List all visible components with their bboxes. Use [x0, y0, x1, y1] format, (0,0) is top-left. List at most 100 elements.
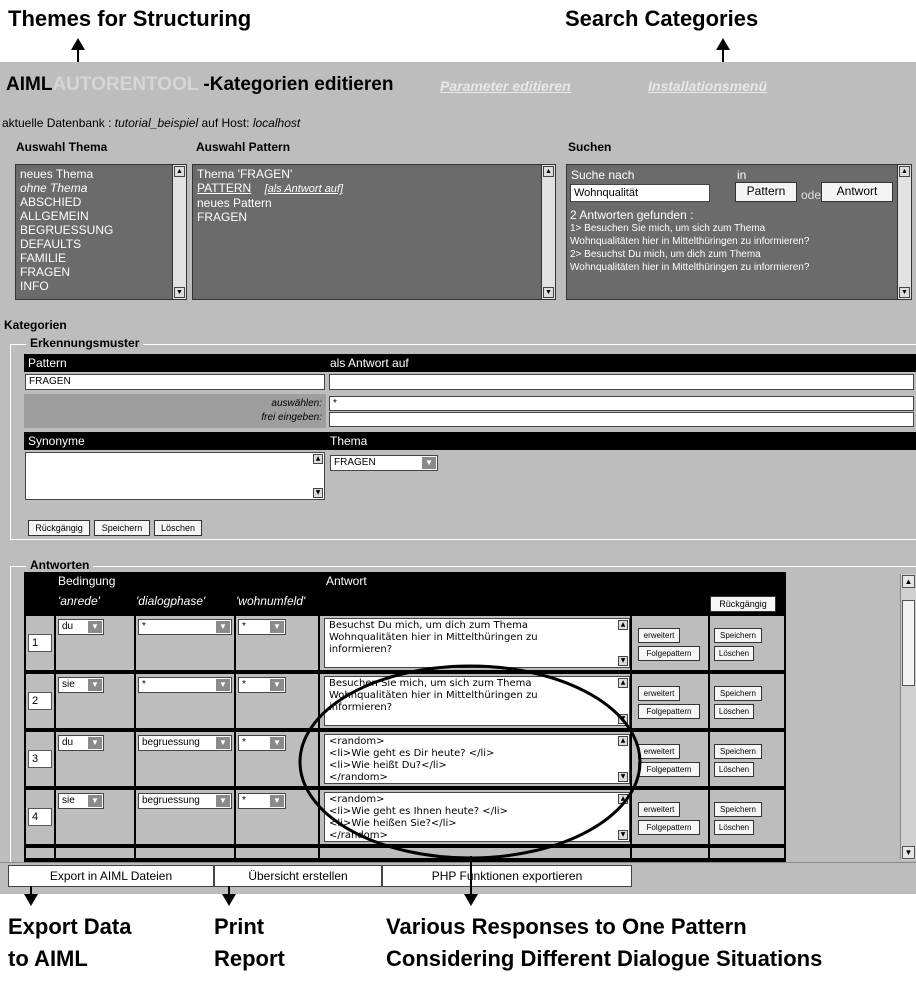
anrede-select[interactable]: sie ▼ [58, 677, 104, 693]
scroll-down-icon[interactable]: ▼ [902, 846, 915, 859]
page-scrollbar[interactable]: ▲ ▼ [900, 574, 916, 860]
answers-undo-button[interactable]: Rückgängig [710, 596, 776, 612]
follow-pattern-button[interactable]: Folgepattern [638, 646, 700, 661]
chevron-down-icon[interactable]: ▼ [216, 737, 230, 749]
scroll-up-icon[interactable]: ▲ [899, 166, 910, 177]
synonyme-textarea[interactable]: ▲ ▼ [25, 452, 325, 500]
chevron-down-icon[interactable]: ▼ [216, 795, 230, 807]
row-delete-button[interactable]: Löschen [714, 704, 754, 719]
search-result[interactable]: Wohnqualitäten hier in Mittelthüringen z… [570, 261, 809, 274]
follow-pattern-button[interactable]: Folgepattern [638, 762, 700, 777]
row-save-button[interactable]: Speichern [714, 744, 762, 759]
row-save-button[interactable]: Speichern [714, 686, 762, 701]
answer-input[interactable] [329, 374, 914, 390]
theme-item[interactable]: ABSCHIED [20, 195, 186, 209]
scroll-up-icon[interactable]: ▲ [543, 166, 554, 177]
scroll-thumb[interactable] [902, 600, 915, 686]
phase-select[interactable]: begruessung ▼ [138, 735, 232, 751]
row-delete-button[interactable]: Löschen [714, 646, 754, 661]
extended-button[interactable]: erweitert [638, 628, 680, 643]
row-delete-button[interactable]: Löschen [714, 762, 754, 777]
chevron-down-icon[interactable]: ▼ [88, 737, 102, 749]
scroll-up-icon[interactable]: ▲ [174, 166, 185, 177]
scroll-down-icon[interactable]: ▼ [899, 287, 910, 298]
delete-button[interactable]: Löschen [154, 520, 202, 536]
chevron-down-icon[interactable]: ▼ [270, 795, 284, 807]
chevron-down-icon[interactable]: ▼ [270, 679, 284, 691]
patterns-list[interactable]: Thema 'FRAGEN' PATTERN [als Antwort auf]… [192, 164, 556, 300]
thema-select[interactable]: FRAGEN ▼ [330, 455, 438, 471]
save-button[interactable]: Speichern [94, 520, 150, 536]
row-num-cell [26, 848, 56, 860]
overview-tab[interactable]: Übersicht erstellen [214, 865, 382, 887]
follow-pattern-button[interactable]: Folgepattern [638, 704, 700, 719]
export-aiml-tab[interactable]: Export in AIML Dateien [8, 865, 214, 887]
wohn-select[interactable]: * ▼ [238, 735, 286, 751]
link-parameter[interactable]: Parameter editieren [440, 78, 571, 94]
theme-item[interactable]: FAMILIE [20, 251, 186, 265]
search-input[interactable]: Wohnqualität [570, 184, 710, 202]
theme-item[interactable]: DEFAULTS [20, 237, 186, 251]
patterns-scrollbar[interactable]: ▲ ▼ [541, 165, 555, 299]
theme-item[interactable]: INFO [20, 279, 186, 293]
theme-item[interactable]: ALLGEMEIN [20, 209, 186, 223]
anrede-select[interactable]: sie ▼ [58, 793, 104, 809]
chevron-down-icon[interactable]: ▼ [422, 457, 436, 469]
row-number: 4 [28, 808, 52, 826]
wohn-select[interactable]: * ▼ [238, 793, 286, 809]
follow-pattern-button[interactable]: Folgepattern [638, 820, 700, 835]
theme-item[interactable]: ohne Thema [20, 181, 186, 195]
extended-button[interactable]: erweitert [638, 802, 680, 817]
chevron-down-icon[interactable]: ▼ [270, 621, 284, 633]
phase-select[interactable]: * ▼ [138, 677, 232, 693]
answer-textarea[interactable]: Besuchst Du mich, um dich zum Thema Wohn… [324, 618, 630, 668]
search-scrollbar[interactable]: ▲ ▼ [897, 165, 911, 299]
row-save-button[interactable]: Speichern [714, 802, 762, 817]
free-answer-input[interactable] [329, 412, 914, 427]
scroll-up-icon[interactable]: ▲ [313, 454, 323, 464]
wohn-select[interactable]: * ▼ [238, 677, 286, 693]
undo-button[interactable]: Rückgängig [28, 520, 90, 536]
select-answer-input[interactable]: * [329, 396, 914, 411]
pattern-link[interactable]: PATTERN [197, 181, 251, 195]
search-result[interactable]: 2> Besuchst Du mich, um dich zum Thema [570, 248, 761, 261]
scroll-up-icon[interactable]: ▲ [618, 620, 628, 630]
chevron-down-icon[interactable]: ▼ [88, 621, 102, 633]
chevron-down-icon[interactable]: ▼ [270, 737, 284, 749]
phase-select[interactable]: * ▼ [138, 619, 232, 635]
chevron-down-icon[interactable]: ▼ [88, 795, 102, 807]
scroll-down-icon[interactable]: ▼ [313, 488, 323, 498]
link-install[interactable]: Installationsmenü [648, 78, 767, 94]
extended-button[interactable]: erweitert [638, 686, 680, 701]
pattern-item[interactable]: FRAGEN [197, 210, 555, 224]
anrede-select[interactable]: du ▼ [58, 619, 104, 635]
anrede-select[interactable]: du ▼ [58, 735, 104, 751]
php-export-tab[interactable]: PHP Funktionen exportieren [382, 865, 632, 887]
extended-button[interactable]: erweitert [638, 744, 680, 759]
wohn-select[interactable]: * ▼ [238, 619, 286, 635]
themes-scrollbar[interactable]: ▲ ▼ [172, 165, 186, 299]
pattern-input[interactable]: FRAGEN [25, 374, 325, 390]
chevron-down-icon[interactable]: ▼ [88, 679, 102, 691]
antworten-legend: Antworten [26, 558, 94, 572]
free-label: frei eingeben: [261, 412, 322, 423]
annotation-various-line1: Various Responses to One Pattern [386, 914, 747, 939]
scroll-down-icon[interactable]: ▼ [543, 287, 554, 298]
chevron-down-icon[interactable]: ▼ [216, 679, 230, 691]
scroll-down-icon[interactable]: ▼ [174, 287, 185, 298]
phase-select[interactable]: begruessung ▼ [138, 793, 232, 809]
theme-item[interactable]: BEGRUESSUNG [20, 223, 186, 237]
answer-link[interactable]: [als Antwort auf] [265, 183, 343, 195]
pattern-item[interactable]: neues Pattern [197, 196, 555, 210]
search-pattern-button[interactable]: Pattern [735, 182, 797, 202]
row-delete-button[interactable]: Löschen [714, 820, 754, 835]
scroll-up-icon[interactable]: ▲ [902, 575, 915, 588]
theme-item[interactable]: neues Thema [20, 167, 186, 181]
themes-list[interactable]: neues Thema ohne Thema ABSCHIED ALLGEMEI… [15, 164, 187, 300]
search-result[interactable]: 1> Besuchen Sie mich, um sich zum Thema [570, 222, 765, 235]
search-result[interactable]: Wohnqualitäten hier in Mittelthüringen z… [570, 235, 809, 248]
theme-item[interactable]: FRAGEN [20, 265, 186, 279]
row-save-button[interactable]: Speichern [714, 628, 762, 643]
search-answer-button[interactable]: Antwort [821, 182, 893, 202]
chevron-down-icon[interactable]: ▼ [216, 621, 230, 633]
